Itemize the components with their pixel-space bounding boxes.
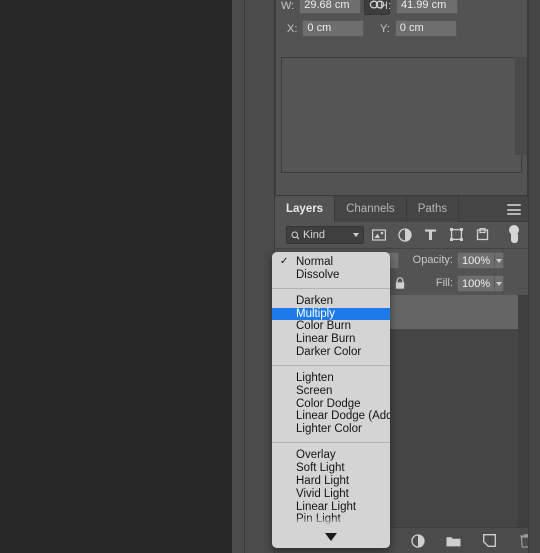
opacity-select[interactable]: 100% (457, 252, 504, 269)
menu-item-screen[interactable]: Screen (272, 385, 390, 398)
menu-item-vivid-light[interactable]: Vivid Light (272, 488, 390, 501)
size-row: W: H: (276, 0, 527, 18)
menu-item-label: Vivid Light (296, 487, 349, 500)
new-layer-icon[interactable] (481, 532, 498, 549)
panel-tabbar: Layers Channels Paths (275, 196, 528, 222)
position-row: X: Y: (276, 19, 527, 41)
chevron-down-icon (353, 233, 359, 237)
menu-item-overlay[interactable]: Overlay (272, 449, 390, 462)
x-field[interactable] (302, 20, 365, 37)
menu-item-normal[interactable]: ✓ Normal (272, 256, 390, 269)
menu-item-label: Lighter Color (296, 423, 362, 436)
menu-item-multiply[interactable]: Multiply (272, 307, 390, 321)
height-field-group: H: (380, 0, 458, 15)
menu-item-darken[interactable]: Darken (272, 295, 390, 308)
properties-fields: W: H: X: (276, 0, 527, 58)
search-icon (291, 230, 300, 239)
tab-layers[interactable]: Layers (275, 196, 336, 222)
menu-item-label: Darken (296, 294, 334, 307)
width-field[interactable] (299, 0, 362, 14)
panel-gutter (232, 0, 275, 553)
menu-item-label: Hard Light (296, 474, 350, 487)
photoshop-window: W: H: X: (0, 0, 540, 553)
new-group-icon[interactable] (445, 532, 462, 549)
menu-item-linear-burn[interactable]: Linear Burn (272, 333, 390, 346)
height-field[interactable] (396, 0, 458, 14)
fill-label: Fill: (435, 277, 453, 289)
menu-item-label: Darker Color (296, 346, 362, 359)
menu-separator (272, 282, 390, 295)
check-icon: ✓ (280, 256, 289, 267)
opacity-label: Opacity: (412, 254, 453, 266)
menu-item-label: Dissolve (296, 268, 340, 281)
blend-mode-dropdown-menu[interactable]: ✓ Normal Dissolve Darken Multiply Color Burn L… (272, 252, 390, 548)
smart-object-filter-icon[interactable] (474, 226, 491, 243)
canvas-area[interactable] (0, 0, 232, 553)
adjustment-layer-icon[interactable] (409, 532, 426, 549)
filter-type-icons (370, 226, 491, 243)
filter-kind-select[interactable]: Kind (286, 226, 364, 244)
image-filter-icon[interactable] (370, 226, 387, 243)
layer-list-scrollbar[interactable] (518, 295, 528, 527)
fill-value: 100% (462, 277, 491, 290)
menu-item-linear-light[interactable]: Linear Light (272, 501, 390, 514)
fill-select[interactable]: 100% (457, 275, 504, 292)
menu-item-label: Soft Light (296, 461, 345, 474)
fill-chevron-down-icon[interactable] (494, 276, 503, 291)
menu-separator (272, 359, 390, 372)
menu-fade-overlay (272, 516, 390, 526)
menu-item-label: Linear Burn (296, 333, 356, 346)
menu-item-soft-light[interactable]: Soft Light (272, 462, 390, 475)
properties-scrollbar[interactable] (515, 57, 527, 155)
menu-item-color-dodge[interactable]: Color Dodge (272, 398, 390, 411)
menu-item-label: Color Dodge (296, 397, 361, 410)
menu-item-label: Linear Light (296, 500, 357, 513)
tab-paths[interactable]: Paths (406, 196, 460, 222)
layers-toolbar-icons (373, 532, 534, 549)
type-filter-icon[interactable] (422, 226, 439, 243)
scroll-down-arrow-icon[interactable] (272, 526, 390, 548)
menu-item-darker-color[interactable]: Darker Color (272, 346, 390, 359)
menu-item-lighten[interactable]: Lighten (272, 372, 390, 385)
menu-item-label: Linear Dodge (Add) (296, 410, 390, 423)
filter-kind-label: Kind (303, 229, 326, 241)
hamburger-menu-icon[interactable] (507, 204, 521, 215)
menu-item-color-burn[interactable]: Color Burn (272, 320, 390, 333)
menu-item-label: Overlay (296, 449, 336, 462)
shape-filter-icon[interactable] (448, 226, 465, 243)
x-label: X: (287, 22, 298, 35)
filter-toggle-icon[interactable] (509, 225, 519, 245)
gutter-divider-1 (244, 0, 245, 553)
tab-channels[interactable]: Channels (335, 196, 407, 222)
blend-mode-list: ✓ Normal Dissolve Darken Multiply Color Burn L… (272, 256, 390, 539)
menu-item-dissolve[interactable]: Dissolve (272, 269, 390, 282)
panel-column-right-strip (528, 0, 540, 553)
properties-preview-area (281, 57, 522, 173)
menu-separator (272, 436, 390, 449)
y-field[interactable] (394, 20, 457, 37)
y-field-group: Y: (380, 19, 457, 38)
x-field-group: X: (287, 19, 365, 38)
properties-panel: W: H: X: (275, 0, 528, 196)
adjustment-filter-icon[interactable] (396, 226, 413, 243)
layer-filter-row: Kind (275, 222, 528, 249)
menu-item-label: Multiply (296, 307, 335, 320)
menu-item-label: Screen (296, 384, 333, 397)
menu-item-label: Normal (296, 256, 334, 268)
menu-item-hard-light[interactable]: Hard Light (272, 475, 390, 488)
menu-item-label: Color Burn (296, 320, 351, 333)
menu-item-linear-dodge-add[interactable]: Linear Dodge (Add) (272, 410, 390, 423)
menu-item-lighter-color[interactable]: Lighter Color (272, 423, 390, 436)
width-field-group: W: (281, 0, 362, 15)
opacity-value: 100% (462, 254, 491, 267)
height-label: H: (380, 0, 391, 12)
opacity-chevron-down-icon[interactable] (494, 253, 503, 268)
width-label: W: (281, 0, 295, 12)
lock-icon[interactable] (391, 275, 408, 292)
y-label: Y: (380, 22, 390, 35)
menu-item-label: Lighten (296, 371, 334, 384)
